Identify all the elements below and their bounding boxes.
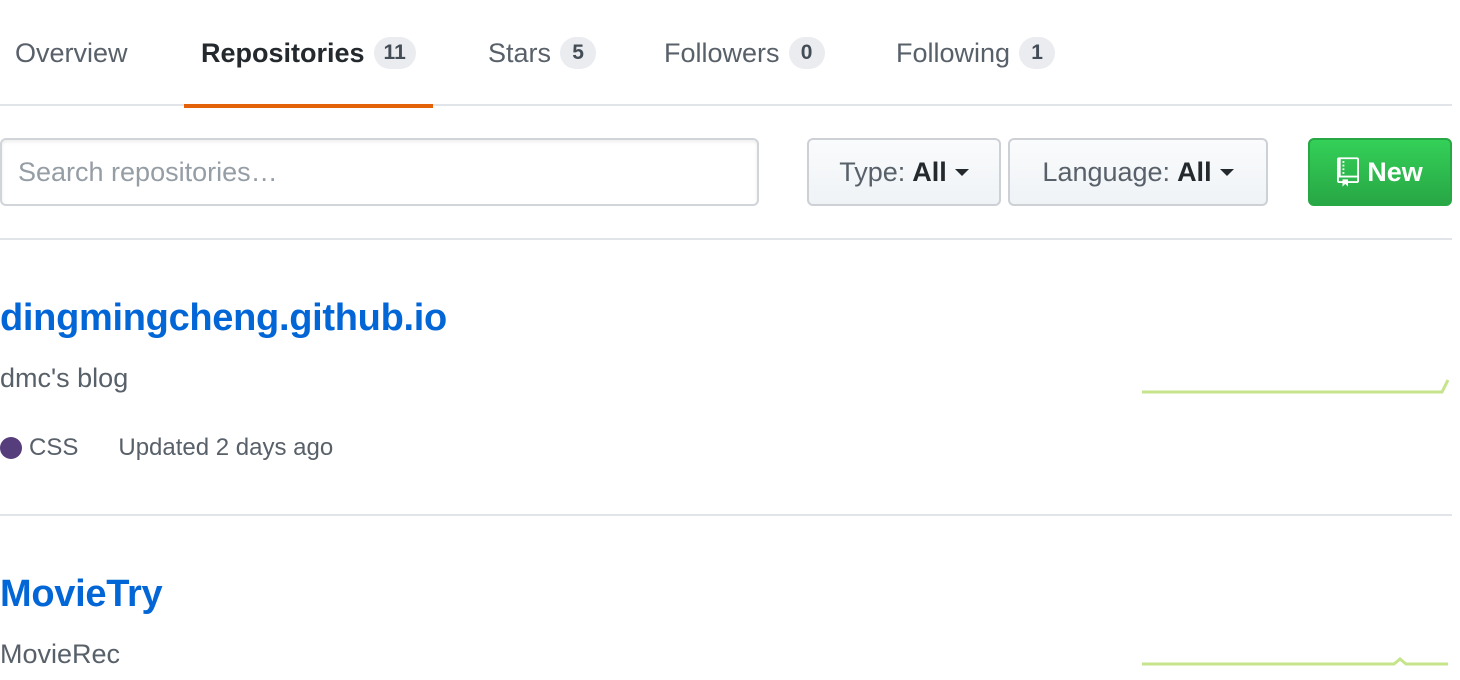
repo-name-link[interactable]: dingmingcheng.github.io [0, 297, 447, 340]
language-color-dot [0, 437, 22, 459]
repo-language: CSS [29, 434, 79, 461]
new-button-label: New [1367, 156, 1423, 187]
tab-repositories-count: 11 [373, 37, 416, 69]
tab-stars-count: 5 [560, 37, 597, 69]
repo-updated: Updated 2 days ago [118, 434, 334, 461]
tab-following-label: Following [896, 37, 1011, 68]
language-filter-label: Language: [1042, 156, 1171, 187]
tab-overview-label: Overview [15, 37, 128, 68]
chevron-down-icon [1219, 168, 1234, 176]
tab-stars-label: Stars [488, 37, 552, 68]
divider [0, 238, 1452, 240]
type-filter-value: All [912, 156, 947, 187]
tab-repositories-label: Repositories [201, 37, 365, 68]
activity-graph-icon [1142, 657, 1448, 666]
tab-repositories[interactable]: Repositories 11 [184, 0, 433, 108]
tab-following[interactable]: Following 1 [896, 0, 1056, 106]
language-filter-value: All [1177, 156, 1212, 187]
tab-followers-label: Followers [664, 37, 780, 68]
tab-followers[interactable]: Followers 0 [664, 0, 825, 106]
profile-tabs: Overview Repositories 11 Stars 5 Followe… [0, 0, 1452, 108]
activity-graph-icon [1142, 379, 1450, 394]
chevron-down-icon [954, 168, 969, 176]
type-filter-dropdown[interactable]: Type: All [807, 138, 1001, 206]
tab-stars[interactable]: Stars 5 [488, 0, 597, 106]
activity-sparkline [1142, 379, 1450, 394]
search-repositories-input[interactable] [0, 138, 759, 206]
divider [0, 514, 1452, 516]
repo-meta: CSS Updated 2 days ago [0, 434, 333, 462]
repo-icon [1337, 157, 1360, 187]
tab-overview[interactable]: Overview [15, 0, 128, 106]
repo-description: dmc's blog [0, 363, 129, 393]
language-filter-dropdown[interactable]: Language: All [1008, 138, 1268, 206]
repo-name-link[interactable]: MovieTry [0, 573, 163, 616]
tab-following-count: 1 [1019, 37, 1056, 69]
tab-followers-count: 0 [788, 37, 825, 69]
type-filter-label: Type: [839, 156, 906, 187]
new-repository-button[interactable]: New [1308, 138, 1452, 206]
activity-sparkline [1142, 657, 1448, 666]
repo-description: MovieRec [0, 639, 121, 669]
